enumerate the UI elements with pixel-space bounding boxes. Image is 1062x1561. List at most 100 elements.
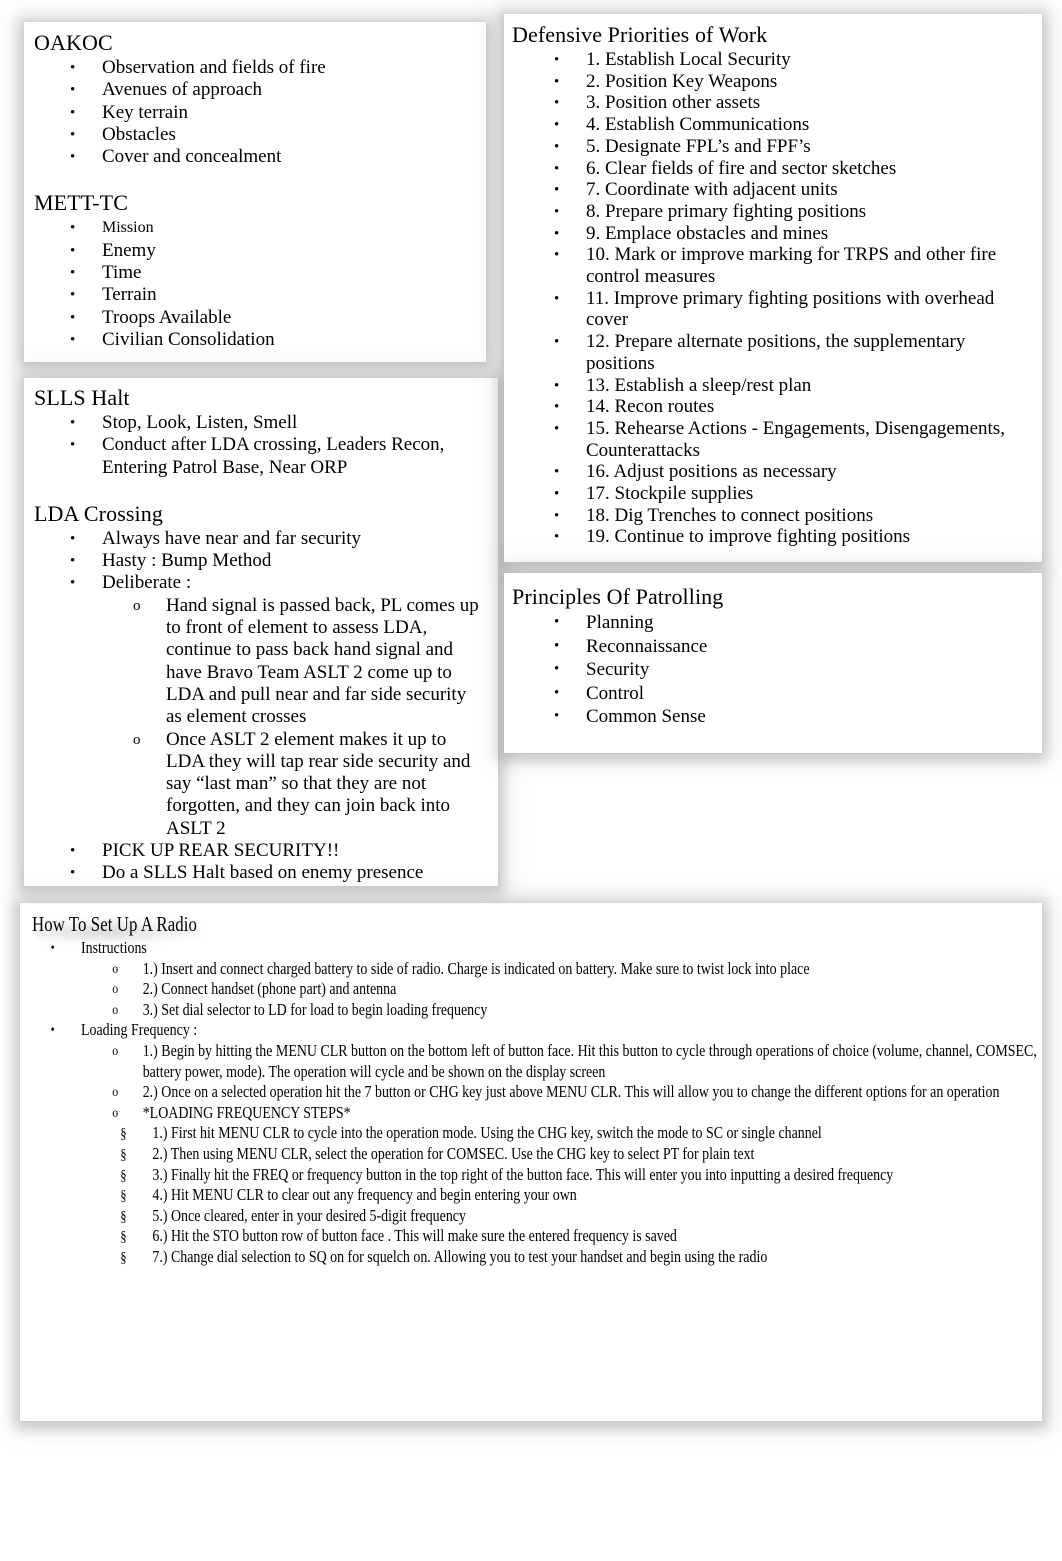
list-item: § 2.) Then using MENU CLR, select the ope… (100, 1144, 1062, 1165)
list-item: • Always have near and far security (34, 528, 484, 550)
list-item: • Hasty : Bump Method (34, 550, 484, 572)
list-item-label: 3.) Finally hit the FREQ or frequency bu… (152, 1164, 894, 1184)
list-item-label: 16. Adjust positions as necessary (586, 461, 837, 483)
bullet-icon: • (554, 334, 560, 351)
bullet-icon: • (70, 104, 76, 121)
bullet-icon: • (70, 265, 76, 282)
bullet-icon: • (50, 941, 55, 956)
list-item-label: Planning (586, 612, 654, 633)
bullet-icon: • (70, 149, 76, 166)
list-item: • Deliberate : (34, 572, 484, 594)
list-item-label: 2.) Then using MENU CLR, select the oper… (152, 1143, 755, 1163)
list-item-label: Deliberate : (102, 572, 192, 594)
bullet-icon: • (50, 1023, 55, 1039)
section-title-oakoc: OAKOC (34, 30, 113, 55)
list-item-label: 3. Position other assets (586, 92, 761, 114)
list-item-label: 14. Recon routes (586, 396, 715, 418)
list-item-label: Common Sense (586, 706, 706, 727)
list-item: • Mission (34, 217, 472, 239)
list-item: • 15. Rehearse Actions - Engagements, Dis… (512, 418, 1030, 461)
circle-marker-icon: o (112, 1105, 119, 1121)
list-item: • Control (512, 682, 1030, 706)
list-item: • Civilian Consolidation (34, 329, 472, 351)
list-item-label: 4.) Hit MENU CLR to clear out any freque… (152, 1185, 577, 1205)
list-item: • Terrain (34, 284, 472, 306)
list-item-label: 7.) Change dial selection to SQ on for s… (152, 1246, 768, 1266)
list-item-label: Always have near and far security (102, 527, 362, 549)
list-item-label: Key terrain (102, 101, 188, 123)
bullet-icon: • (70, 437, 76, 454)
circle-marker-icon: o (112, 961, 119, 977)
list-item-label: Obstacles (102, 123, 176, 145)
list-item-label: Troops Available (102, 306, 232, 328)
list-item: § 3.) Finally hit the FREQ or frequency b… (100, 1165, 1062, 1186)
bullet-icon: • (70, 865, 76, 882)
panel-slls-halt-lda-crossing: SLLS Halt • Stop, Look, Listen, Smell • Co… (24, 378, 498, 886)
list-item-label: 11. Improve primary fighting positions w… (586, 287, 995, 331)
section-title-slls-halt: SLLS Halt (34, 385, 130, 410)
bullet-icon: • (554, 684, 560, 701)
list-item-label: 18. Dig Trenches to connect positions (586, 504, 874, 526)
list-item: o 2.) Once on a selected operation hit th… (92, 1082, 1062, 1103)
list-item: • 10. Mark or improve marking for TRPS an… (512, 244, 1030, 287)
list-item: § 4.) Hit MENU CLR to clear out any frequ… (100, 1185, 1062, 1206)
list-item-label: Instructions (81, 938, 147, 957)
radio-loading-frequency-substeps: § 1.) First hit MENU CLR to cycle into th… (100, 1123, 1030, 1267)
list-item-label: Observation and fields of fire (102, 57, 326, 78)
list-item: • 1. Establish Local Security (512, 49, 1030, 71)
deliberate-sublist: o Hand signal is passed back, PL comes up… (102, 595, 484, 840)
loading-steps-header: *LOADING FREQUENCY STEPS* (142, 1102, 351, 1122)
list-item: • 9. Emplace obstacles and mines (512, 223, 1030, 245)
panel-principles-of-patrolling: Principles Of Patrolling • Planning • Reco… (504, 573, 1042, 753)
radio-loading-frequency-list: • Loading Frequency : (32, 1020, 1030, 1041)
bullet-icon: • (70, 331, 76, 348)
list-item-label: Once ASLT 2 element makes it up to LDA t… (166, 728, 471, 839)
list-item-label: 2.) Once on a selected operation hit the… (142, 1082, 1000, 1102)
list-item-label: 1.) Begin by hitting the MENU CLR button… (142, 1040, 1037, 1081)
list-item-label: Mission (102, 219, 154, 237)
list-item: • Instructions (32, 938, 1062, 959)
circle-marker-icon: o (112, 1085, 119, 1101)
circle-marker-icon: o (112, 982, 119, 998)
section-title-defensive-priorities: Defensive Priorities of Work (512, 22, 768, 47)
list-item: • 18. Dig Trenches to connect positions (512, 505, 1030, 527)
list-item: • Obstacles (34, 124, 472, 146)
list-item-label: 1.) Insert and connect charged battery t… (142, 958, 810, 978)
list-item: o 2.) Connect handset (phone part) and an… (92, 979, 1062, 1000)
list-item: • Do a SLLS Halt based on enemy presence (34, 862, 484, 884)
section-marker-icon: § (120, 1229, 127, 1246)
list-item: • 4. Establish Communications (512, 114, 1030, 136)
list-item: • Observation and fields of fire (34, 57, 472, 79)
bullet-icon: • (70, 415, 76, 431)
list-item-label: 10. Mark or improve marking for TRPS and… (586, 244, 997, 288)
list-item-label: 13. Establish a sleep/rest plan (586, 374, 812, 396)
bullet-icon: • (554, 247, 560, 264)
list-item: • 17. Stockpile supplies (512, 483, 1030, 505)
bullet-icon: • (554, 708, 560, 724)
list-item-label: Avenues of approach (102, 79, 263, 101)
bullet-icon: • (554, 614, 560, 630)
list-item-label: Hasty : Bump Method (102, 550, 272, 572)
bullet-icon: • (554, 420, 560, 437)
list-item: • Security (512, 658, 1030, 682)
radio-instructions-list: • Instructions (32, 938, 1030, 959)
list-item-label: 7. Coordinate with adjacent units (586, 179, 838, 201)
list-item-label: 4. Establish Communications (586, 114, 810, 136)
bullet-icon: • (70, 126, 76, 143)
bullet-icon: • (70, 287, 76, 304)
section-marker-icon: § (120, 1249, 127, 1266)
list-item: • Enemy (34, 240, 472, 262)
list-item-label: 1. Establish Local Security (586, 49, 791, 70)
list-item-label: Time (102, 262, 142, 284)
radio-instruction-steps: o 1.) Insert and connect charged battery … (92, 959, 1030, 1021)
bullet-icon: • (554, 73, 560, 90)
list-item: § 5.) Once cleared, enter in your desired… (100, 1206, 1062, 1227)
panel-how-to-set-up-a-radio: How To Set Up A Radio • Instructions o 1.)… (20, 903, 1042, 1421)
bullet-icon: • (554, 225, 560, 242)
list-item-label: 17. Stockpile supplies (586, 483, 754, 505)
bullet-icon: • (70, 60, 76, 76)
oakoc-list: • Observation and fields of fire • Avenues… (34, 57, 472, 168)
bullet-icon: • (70, 242, 76, 259)
